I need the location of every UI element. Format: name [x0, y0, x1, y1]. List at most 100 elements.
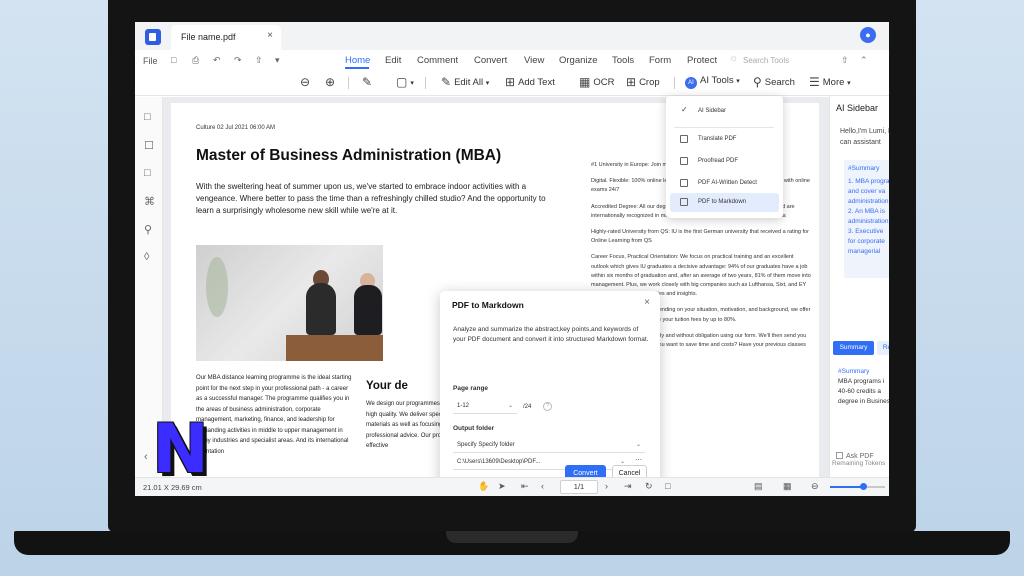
menu-organize[interactable]: Organize: [559, 55, 598, 66]
shape-icon[interactable]: ▢ ▾: [396, 75, 414, 89]
search-tools-input[interactable]: Search Tools: [743, 56, 789, 65]
upload-icon[interactable]: ⇧: [841, 55, 849, 66]
zoom-in-icon[interactable]: ⊕: [325, 75, 338, 89]
summary-line: 2. An MBA is: [848, 208, 885, 215]
select-tool-icon[interactable]: ➤: [498, 481, 506, 492]
menu-item-pdf-to-markdown[interactable]: PDF to Markdown: [670, 193, 779, 212]
collapse-icon[interactable]: ⌃: [860, 55, 868, 66]
summary-output: #Summary MBA programs i 40-60 credits a …: [838, 367, 889, 407]
thumbnail-icon[interactable]: □: [144, 111, 151, 123]
menu-item-ai-sidebar[interactable]: ✓ AI Sidebar: [670, 102, 779, 121]
menu-convert[interactable]: Convert: [474, 55, 507, 66]
layout-icon[interactable]: ▦: [783, 481, 792, 492]
menu-item-translate-pdf[interactable]: Translate PDF: [670, 130, 779, 149]
edit-all-button[interactable]: ✎ Edit All ▾: [441, 75, 489, 89]
ask-pdf-checkbox[interactable]: Ask PDF: [836, 452, 874, 460]
toolbar-divider: [674, 77, 675, 89]
page-range-total: /24: [523, 404, 532, 410]
sidebar-greeting: Hello,I'm Lumi, I can assistant: [840, 128, 889, 146]
menu-tools[interactable]: Tools: [612, 55, 634, 66]
proofread-icon: [680, 157, 688, 165]
browse-folder-icon[interactable]: ⋯: [635, 456, 642, 464]
menu-item-proofread-pdf[interactable]: Proofread PDF: [670, 152, 779, 171]
redo-icon[interactable]: ↷: [234, 55, 242, 66]
menu-home[interactable]: Home: [345, 55, 370, 66]
text-box-icon: ⊞: [505, 75, 516, 89]
ai-sidebar: AI Sidebar Hello,I'm Lumi, I can assista…: [829, 96, 889, 477]
search-icon: ⚲: [753, 75, 762, 89]
menu-comment[interactable]: Comment: [417, 55, 458, 66]
pdf-to-markdown-dialog: PDF to Markdown × Analyze and summarize …: [440, 291, 660, 477]
close-icon[interactable]: ×: [644, 297, 650, 308]
first-page-icon[interactable]: ⇤: [521, 481, 529, 492]
document-photo: [196, 245, 383, 361]
ai-tools-menu: ✓ AI Sidebar Translate PDF Proofread PDF…: [666, 96, 783, 218]
page-range-select[interactable]: 1-12 ⌄: [453, 400, 517, 414]
summary-line: administration: [848, 218, 889, 225]
search-button[interactable]: ⚲ Search: [753, 75, 795, 89]
summary-line: MBA programs i: [838, 378, 885, 385]
translate-icon: [680, 135, 688, 143]
search-panel-icon[interactable]: ⚲: [144, 223, 152, 236]
share-icon[interactable]: ⇧: [255, 55, 263, 66]
ocr-button[interactable]: ▦ OCR: [579, 75, 614, 89]
dropdown-icon[interactable]: ▾: [275, 55, 280, 66]
zoom-slider[interactable]: [830, 483, 885, 490]
summary-line: 1. MBA program: [848, 178, 889, 185]
output-folder-label: Output folder: [453, 425, 495, 432]
undo-icon[interactable]: ↶: [213, 55, 221, 66]
page-number-input[interactable]: 1/1: [560, 480, 598, 494]
attachment-icon[interactable]: ⌘: [144, 195, 155, 208]
cancel-button[interactable]: Cancel: [612, 465, 647, 477]
toolbar-divider: [425, 77, 426, 89]
user-avatar-icon[interactable]: ●: [860, 27, 876, 43]
summary-line: managerial: [848, 248, 881, 255]
rotate-icon[interactable]: ↻: [645, 481, 653, 492]
highlight-icon[interactable]: ✎: [362, 75, 375, 89]
last-page-icon[interactable]: ⇥: [624, 481, 632, 492]
chevron-down-icon: ⌄: [619, 459, 625, 465]
more-button[interactable]: ☰ More ▾: [809, 75, 851, 89]
tab-other[interactable]: Re: [877, 341, 889, 355]
file-menu[interactable]: File: [143, 56, 158, 66]
info-icon[interactable]: ?: [543, 402, 552, 411]
next-page-icon[interactable]: ›: [605, 481, 608, 491]
dialog-title: PDF to Markdown: [452, 300, 524, 310]
fit-page-icon[interactable]: □: [665, 481, 670, 491]
print-icon[interactable]: ⎙: [192, 55, 199, 66]
toolbar: ⊖ ⊕ ✎ ▢ ▾ ✎ Edit All ▾ ⊞ Add Text ▦ OCR ⊞ Cro…: [135, 70, 889, 96]
menu-view[interactable]: View: [524, 55, 544, 66]
app-window: File name.pdf × ● File □ ⎙ ↶ ↷ ⇧ ▾ Home …: [135, 22, 889, 496]
zoom-slider-knob[interactable]: [860, 483, 867, 490]
tab-summary[interactable]: Summary: [833, 341, 874, 355]
ai-icon: AI: [685, 77, 697, 89]
comment-icon[interactable]: □: [144, 167, 151, 179]
menu-form[interactable]: Form: [649, 55, 671, 66]
summary-line: for corporate: [848, 238, 885, 245]
summary-heading: #Summary: [838, 368, 870, 375]
summary-line: and cover va: [848, 188, 886, 195]
menu-item-ai-detect[interactable]: PDF AI-Written Detect: [670, 174, 779, 193]
convert-button[interactable]: Convert: [565, 465, 606, 477]
crop-icon: ⊞: [626, 75, 637, 89]
menu-protect[interactable]: Protect: [687, 55, 717, 66]
document-tab[interactable]: File name.pdf ×: [171, 25, 281, 50]
add-text-button[interactable]: ⊞ Add Text: [505, 75, 555, 89]
collapse-rail-icon[interactable]: ‹: [144, 451, 148, 463]
save-icon[interactable]: □: [171, 55, 176, 65]
output-folder-select[interactable]: Specify Specify folder ⌄: [453, 439, 645, 453]
previous-page-icon[interactable]: ‹: [541, 481, 544, 491]
menu-edit[interactable]: Edit: [385, 55, 401, 66]
dialog-description: Analyze and summarize the abstract,key p…: [453, 326, 649, 343]
zoom-out-icon[interactable]: ⊖: [811, 481, 819, 492]
crop-button[interactable]: ⊞ Crop: [626, 75, 660, 89]
app-logo-icon: [145, 29, 161, 45]
page-view-icon[interactable]: ▤: [754, 481, 763, 492]
lightbulb-icon: ☼: [729, 53, 739, 64]
close-icon[interactable]: ×: [267, 30, 273, 41]
ai-tools-button[interactable]: AI AI Tools ▾: [685, 75, 740, 89]
bookmark-icon[interactable]: ☐: [144, 139, 154, 152]
zoom-out-icon[interactable]: ⊖: [300, 75, 313, 89]
layers-icon[interactable]: ◊: [144, 251, 149, 263]
hand-tool-icon[interactable]: ✋: [478, 481, 489, 492]
